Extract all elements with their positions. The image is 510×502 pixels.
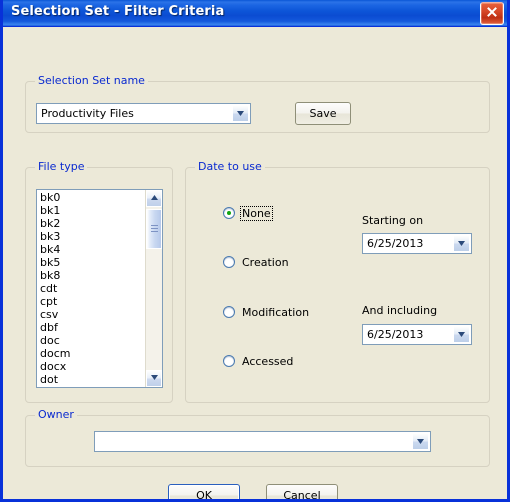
starting-on-label: Starting on <box>362 214 424 227</box>
owner-group-label: Owner <box>35 408 77 421</box>
list-item[interactable]: bk0 <box>40 191 150 204</box>
file-type-scrollbar[interactable] <box>145 190 162 387</box>
radio-indicator-accessed <box>223 355 235 367</box>
radio-date-modification[interactable]: Modification <box>223 304 311 320</box>
list-item[interactable]: dbf <box>40 321 150 334</box>
list-item[interactable]: bk3 <box>40 230 150 243</box>
radio-indicator-none <box>223 207 235 219</box>
save-button[interactable]: Save <box>295 102 351 125</box>
selection-set-name-value: Productivity Files <box>41 107 134 120</box>
and-including-value: 6/25/2013 <box>367 328 424 341</box>
list-item[interactable]: docm <box>40 347 150 360</box>
file-type-group-label: File type <box>35 160 88 173</box>
chevron-down-icon[interactable] <box>232 105 249 122</box>
and-including-date-combo[interactable]: 6/25/2013 <box>362 324 472 345</box>
radio-label-accessed: Accessed <box>242 354 294 368</box>
selection-set-group-label: Selection Set name <box>35 74 148 87</box>
radio-date-creation[interactable]: Creation <box>223 254 291 270</box>
radio-date-none[interactable]: None <box>223 205 273 221</box>
list-item[interactable]: bk4 <box>40 243 150 256</box>
scrollbar-grip-icon <box>151 225 158 234</box>
file-type-item-container: bk0 bk1 bk2 bk3 bk4 bk5 bk8 cdt cpt csv dbf doc docm… <box>37 190 150 386</box>
list-item[interactable]: cdt <box>40 282 150 295</box>
dialog-window: Selection Set - Filter Criteria Selectio… <box>0 0 510 502</box>
list-item[interactable]: csv <box>40 308 150 321</box>
chevron-down-icon[interactable] <box>453 326 470 343</box>
radio-indicator-creation <box>223 256 235 268</box>
list-item[interactable]: doc <box>40 334 150 347</box>
list-item[interactable]: docx <box>40 360 150 373</box>
selection-set-name-combo[interactable]: Productivity Files <box>36 103 251 124</box>
list-item[interactable]: bk5 <box>40 256 150 269</box>
dialog-client-area: Selection Set name Productivity Files Sa… <box>3 27 507 499</box>
radio-label-creation: Creation <box>242 255 289 269</box>
starting-on-date-combo[interactable]: 6/25/2013 <box>362 233 472 254</box>
list-item[interactable]: bk8 <box>40 269 150 282</box>
title-bar: Selection Set - Filter Criteria <box>3 0 507 27</box>
file-type-listbox[interactable]: bk0 bk1 bk2 bk3 bk4 bk5 bk8 cdt cpt csv dbf doc docm… <box>36 189 163 388</box>
chevron-down-icon[interactable] <box>453 235 470 252</box>
list-item[interactable]: cpt <box>40 295 150 308</box>
radio-label-modification: Modification <box>242 305 310 319</box>
cancel-button[interactable]: Cancel <box>266 484 338 499</box>
close-icon[interactable] <box>480 2 504 25</box>
ok-button[interactable]: OK <box>168 484 240 499</box>
and-including-label: And including <box>362 304 438 317</box>
scroll-down-icon[interactable] <box>146 370 162 387</box>
radio-date-accessed[interactable]: Accessed <box>223 353 295 369</box>
chevron-down-icon[interactable] <box>412 433 429 450</box>
list-item[interactable]: dot <box>40 373 150 386</box>
list-item[interactable]: bk1 <box>40 204 150 217</box>
scrollbar-thumb[interactable] <box>146 209 162 249</box>
radio-indicator-modification <box>223 306 235 318</box>
window-title: Selection Set - Filter Criteria <box>11 4 225 19</box>
date-to-use-group-label: Date to use <box>195 160 265 173</box>
radio-label-none: None <box>240 205 273 221</box>
owner-combo[interactable] <box>94 431 431 452</box>
scroll-up-icon[interactable] <box>146 190 162 207</box>
starting-on-value: 6/25/2013 <box>367 237 424 250</box>
list-item[interactable]: bk2 <box>40 217 150 230</box>
